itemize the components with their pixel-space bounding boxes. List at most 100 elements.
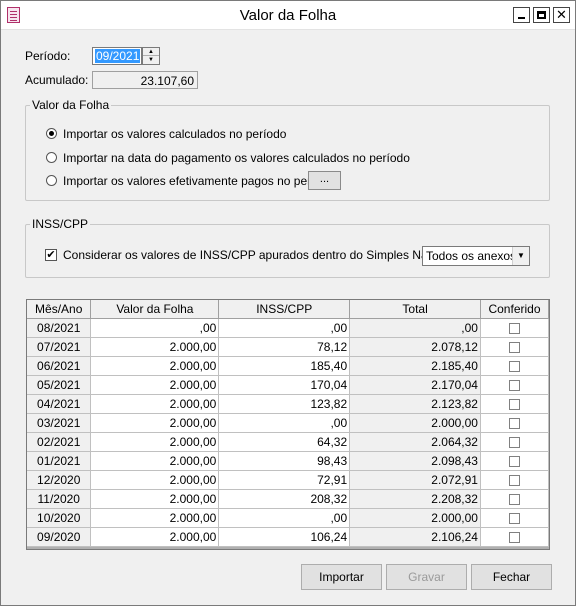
radio-data-pagamento-label[interactable]: Importar na data do pagamento os valores…	[63, 151, 410, 165]
cell-valor-folha[interactable]: 2.000,00	[90, 337, 220, 357]
cell-valor-folha[interactable]: 2.000,00	[90, 356, 220, 376]
conferido-checkbox[interactable]	[508, 455, 520, 467]
cell-inss-cpp[interactable]: 170,04	[218, 375, 351, 395]
cell-total: 2.000,00	[349, 413, 481, 433]
cell-inss-cpp[interactable]: 64,32	[218, 432, 351, 452]
close-icon: ✕	[556, 7, 567, 22]
title-bar: Valor da Folha ✕	[1, 1, 575, 30]
cell-inss-cpp[interactable]: 123,82	[218, 394, 351, 414]
radio-calculados-periodo-label[interactable]: Importar os valores calculados no períod…	[63, 127, 286, 141]
radio-efetivamente-pagos-label[interactable]: Importar os valores efetivamente pagos n…	[63, 174, 335, 188]
cell-valor-folha[interactable]: 2.000,00	[90, 489, 220, 509]
cell-inss-cpp[interactable]: 185,40	[218, 356, 351, 376]
fechar-button[interactable]: Fechar	[471, 564, 552, 590]
simples-nacional-checkbox[interactable]: ✔	[45, 249, 57, 261]
cell-valor-folha[interactable]: 2.000,00	[90, 451, 220, 471]
column-header-valor-folha[interactable]: Valor da Folha	[90, 300, 220, 319]
periodo-input[interactable]: 09/2021	[92, 47, 142, 65]
cell-valor-folha[interactable]: ,00	[90, 318, 220, 338]
cell-inss-cpp[interactable]: ,00	[218, 413, 351, 433]
conferido-checkbox[interactable]	[508, 512, 520, 524]
cell-conferido	[480, 375, 549, 395]
cell-inss-cpp[interactable]: 208,32	[218, 489, 351, 509]
cell-inss-cpp[interactable]: 98,43	[218, 451, 351, 471]
spin-down-icon[interactable]: ▼	[143, 56, 159, 64]
anexos-select[interactable]: Todos os anexos ▼	[422, 246, 530, 266]
cell-valor-folha[interactable]: 2.000,00	[90, 508, 220, 528]
cell-inss-cpp[interactable]: ,00	[218, 508, 351, 528]
cell-mes-ano: 11/2020	[27, 489, 92, 509]
cell-valor-folha[interactable]: 2.000,00	[90, 413, 220, 433]
maximize-icon	[537, 11, 546, 19]
table-row[interactable]: 03/2021 2.000,00,00 2.000,00	[27, 413, 549, 433]
conferido-checkbox[interactable]	[508, 398, 520, 410]
folha-table: Mês/Ano Valor da Folha INSS/CPP Total Co…	[27, 300, 549, 547]
conferido-checkbox[interactable]	[508, 531, 520, 543]
cell-mes-ano: 12/2020	[27, 470, 92, 490]
importar-button[interactable]: Importar	[301, 564, 382, 590]
cell-inss-cpp[interactable]: ,00	[218, 318, 351, 338]
column-header-conferido[interactable]: Conferido	[480, 300, 549, 319]
maximize-button[interactable]	[533, 7, 550, 23]
gravar-button[interactable]: Gravar	[386, 564, 467, 590]
cell-total: 2.072,91	[349, 470, 481, 490]
chevron-down-icon[interactable]: ▼	[512, 247, 529, 265]
column-header-inss-cpp[interactable]: INSS/CPP	[218, 300, 351, 319]
cell-conferido	[480, 337, 549, 357]
cell-total: 2.106,24	[349, 527, 481, 547]
cell-valor-folha[interactable]: 2.000,00	[90, 527, 220, 547]
cell-total: 2.000,00	[349, 508, 481, 528]
conferido-checkbox[interactable]	[508, 436, 520, 448]
table-row[interactable]: 11/2020 2.000,00 208,32 2.208,32	[27, 489, 549, 509]
cell-conferido	[480, 527, 549, 547]
cell-inss-cpp[interactable]: 72,91	[218, 470, 351, 490]
cell-valor-folha[interactable]: 2.000,00	[90, 394, 220, 414]
conferido-checkbox[interactable]	[508, 474, 520, 486]
minimize-icon	[518, 17, 525, 19]
table-row[interactable]: 01/2021 2.000,00 98,43 2.098,43	[27, 451, 549, 471]
table-row[interactable]: 06/2021 2.000,00 185,40 2.185,40	[27, 356, 549, 376]
cell-conferido	[480, 432, 549, 452]
radio-efetivamente-pagos[interactable]	[46, 175, 57, 186]
conferido-checkbox[interactable]	[508, 493, 520, 505]
conferido-checkbox[interactable]	[508, 417, 520, 429]
cell-conferido	[480, 470, 549, 490]
periodo-spinner[interactable]: ▲ ▼	[142, 47, 160, 65]
cell-mes-ano: 09/2020	[27, 527, 92, 547]
cell-mes-ano: 10/2020	[27, 508, 92, 528]
cell-inss-cpp[interactable]: 106,24	[218, 527, 351, 547]
table-row[interactable]: 10/2020 2.000,00,00 2.000,00	[27, 508, 549, 528]
radio-calculados-periodo[interactable]	[46, 128, 57, 139]
cell-valor-folha[interactable]: 2.000,00	[90, 470, 220, 490]
spin-up-icon[interactable]: ▲	[143, 48, 159, 56]
table-row[interactable]: 12/2020 2.000,00 72,91 2.072,91	[27, 470, 549, 490]
conferido-checkbox[interactable]	[508, 341, 520, 353]
conferido-checkbox[interactable]	[508, 379, 520, 391]
acumulado-label: Acumulado:	[25, 73, 89, 87]
radio-data-pagamento[interactable]	[46, 152, 57, 163]
cell-mes-ano: 06/2021	[27, 356, 92, 376]
column-header-total[interactable]: Total	[349, 300, 481, 319]
cell-conferido	[480, 394, 549, 414]
conferido-checkbox[interactable]	[508, 360, 520, 372]
table-row[interactable]: 04/2021 2.000,00 123,82 2.123,82	[27, 394, 549, 414]
cell-total: 2.185,40	[349, 356, 481, 376]
simples-nacional-checkbox-label[interactable]: Considerar os valores de INSS/CPP apurad…	[63, 248, 459, 262]
folha-grid[interactable]: Mês/Ano Valor da Folha INSS/CPP Total Co…	[26, 299, 550, 550]
periodo-label: Período:	[25, 49, 71, 63]
table-row[interactable]: 09/2020 2.000,00 106,24 2.106,24	[27, 527, 549, 547]
cell-valor-folha[interactable]: 2.000,00	[90, 432, 220, 452]
minimize-button[interactable]	[513, 7, 530, 23]
cell-inss-cpp[interactable]: 78,12	[218, 337, 351, 357]
table-row[interactable]: 08/2021,00,00,00	[27, 318, 549, 338]
table-row[interactable]: 07/2021 2.000,00 78,12 2.078,12	[27, 337, 549, 357]
conferido-checkbox[interactable]	[508, 322, 520, 334]
anexos-select-value: Todos os anexos	[426, 249, 517, 263]
browse-button[interactable]: ...	[308, 171, 341, 190]
table-row[interactable]: 05/2021 2.000,00 170,04 2.170,04	[27, 375, 549, 395]
close-button[interactable]: ✕	[553, 7, 570, 23]
table-row[interactable]: 02/2021 2.000,00 64,32 2.064,32	[27, 432, 549, 452]
column-header-mes-ano[interactable]: Mês/Ano	[27, 300, 92, 319]
acumulado-field: 23.107,60	[92, 71, 198, 89]
cell-valor-folha[interactable]: 2.000,00	[90, 375, 220, 395]
